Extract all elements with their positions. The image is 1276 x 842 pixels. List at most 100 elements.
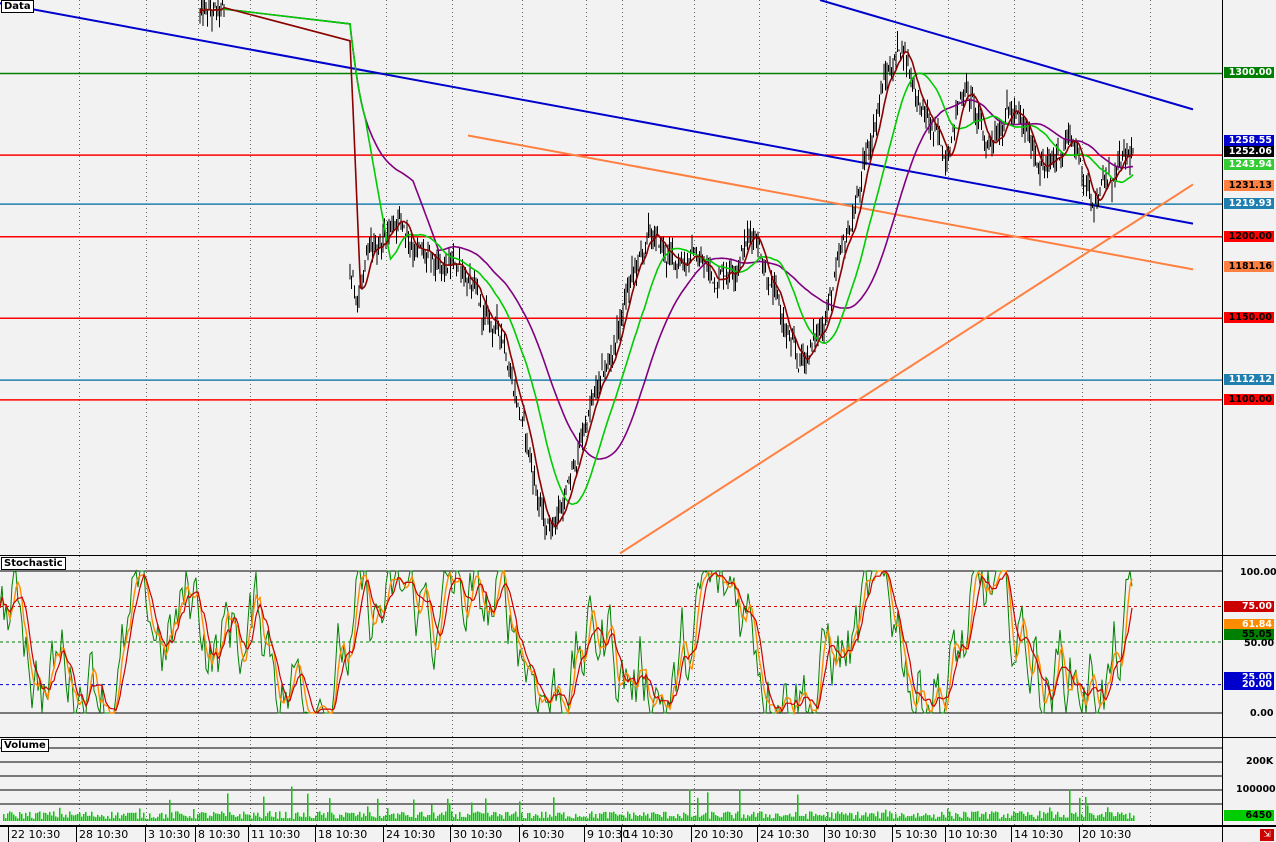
volume-bar (1045, 813, 1047, 821)
volume-bar (753, 811, 755, 821)
volume-bar (681, 818, 683, 821)
volume-bar (163, 818, 165, 821)
volume-bar (1107, 807, 1109, 821)
volume-bar (837, 811, 839, 821)
time-axis-tick (1079, 827, 1080, 842)
volume-bar (985, 811, 987, 821)
volume-bar (111, 811, 113, 821)
volume-bar (777, 813, 779, 821)
volume-bar (173, 818, 175, 821)
volume-bar (729, 812, 731, 821)
volume-bar (997, 812, 999, 821)
volume-bar (883, 812, 885, 821)
volume-bar (987, 818, 989, 821)
volume-bar (1047, 812, 1049, 821)
volume-bar (833, 818, 835, 821)
volume-bar (625, 817, 627, 821)
volume-bar (691, 816, 693, 821)
time-axis-tick (315, 827, 316, 842)
volume-bar (291, 786, 293, 821)
volume-bar (763, 817, 765, 821)
volume-axis-200k: 200K (1246, 756, 1274, 767)
volume-bar (945, 817, 947, 821)
volume-bar (971, 811, 973, 821)
volume-bar (627, 811, 629, 821)
volume-bar (1067, 817, 1069, 821)
volume-bar (653, 812, 655, 821)
volume-bar (57, 817, 59, 821)
volume-bar (701, 815, 703, 821)
volume-bar (355, 816, 357, 821)
volume-bar (19, 812, 21, 821)
volume-bar (433, 812, 435, 821)
time-axis-label: 5 10:30 (895, 828, 938, 841)
volume-bar (591, 811, 593, 821)
volume-bar (143, 812, 145, 821)
volume-bar (1111, 812, 1113, 821)
volume-bar (739, 789, 741, 821)
volume-bar (785, 814, 787, 821)
volume-bar (631, 818, 633, 821)
volume-bar (759, 811, 761, 821)
volume-bar (921, 816, 923, 821)
volume-bar (15, 816, 17, 821)
volume-bar (391, 813, 393, 821)
volume-bar (171, 812, 173, 821)
volume-bar (947, 808, 949, 821)
volume-bar (203, 812, 205, 821)
volume-bar (523, 818, 525, 821)
volume-bar (487, 812, 489, 821)
volume-bar (435, 818, 437, 821)
volume-bar (197, 814, 199, 821)
volume-bar (803, 816, 805, 821)
volume-bar (821, 815, 823, 821)
volume-bar (491, 814, 493, 821)
volume-bar (831, 812, 833, 821)
volume-bar (1021, 811, 1023, 821)
volume-bar (235, 817, 237, 821)
volume-bar (895, 813, 897, 821)
volume-bar (855, 815, 857, 821)
volume-bar (413, 799, 415, 821)
volume-bar (1091, 813, 1093, 821)
volume-bar (1037, 815, 1039, 821)
chart-canvas[interactable] (0, 0, 1276, 842)
volume-bar (127, 812, 129, 821)
volume-bar (485, 798, 487, 821)
volume-bar (721, 817, 723, 821)
volume-bar (773, 817, 775, 821)
volume-bar (245, 814, 247, 821)
volume-bar (329, 798, 331, 821)
volume-bar (257, 812, 259, 821)
volume-bar (133, 812, 135, 821)
time-axis-label: 6 10:30 (522, 828, 565, 841)
stochastic-panel-title: Stochastic (1, 557, 66, 570)
time-axis-label: 18 10:30 (318, 828, 368, 841)
volume-bar (1119, 813, 1121, 821)
volume-bar (863, 815, 865, 821)
expand-icon[interactable]: ⇲ (1260, 829, 1274, 841)
volume-bar (957, 814, 959, 821)
volume-bar (799, 815, 801, 821)
volume-bar (569, 816, 571, 821)
volume-bar (337, 818, 339, 821)
volume-bar (613, 811, 615, 821)
volume-bar (775, 813, 777, 821)
volume-bar (363, 813, 365, 821)
volume-bar (399, 814, 401, 821)
volume-bar (531, 818, 533, 821)
volume-bar (419, 812, 421, 821)
volume-bar (889, 811, 891, 821)
volume-bar (1123, 814, 1125, 821)
volume-bar (61, 813, 63, 821)
volume-bar (1017, 813, 1019, 821)
volume-bar (361, 817, 363, 821)
volume-bar (59, 807, 61, 821)
volume-bar (229, 812, 231, 821)
time-axis-label: 9 10:30 (587, 828, 630, 841)
volume-bar (39, 811, 41, 821)
time-axis-tick (519, 827, 520, 842)
volume-bar (151, 817, 153, 821)
volume-bar (981, 813, 983, 821)
volume-bar (189, 816, 191, 821)
